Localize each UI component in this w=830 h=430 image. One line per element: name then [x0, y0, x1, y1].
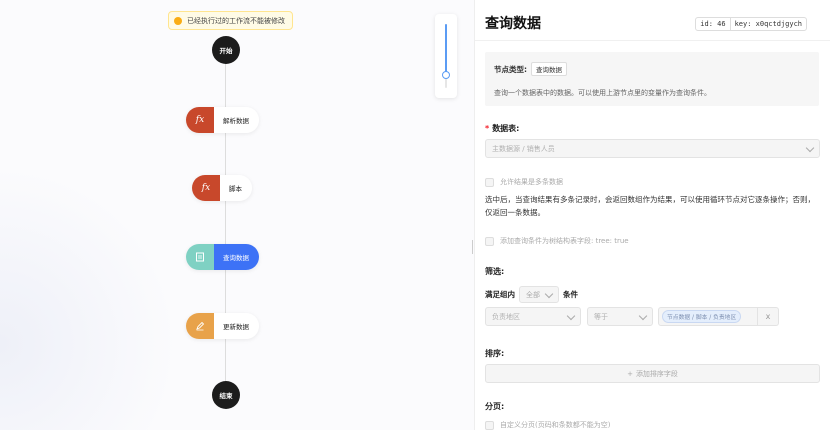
node-config-panel: 查询数据 id: 46 key: x0qctdjgych 节点类型: 查询数据 …: [475, 0, 830, 430]
chevron-down-icon: [805, 143, 815, 153]
warning-text: 已经执行过的工作流不能被修改: [187, 16, 285, 25]
node-label: 脚本: [220, 175, 252, 201]
chevron-down-icon: [544, 289, 554, 299]
required-mark: *: [485, 124, 490, 133]
warning-icon: [174, 16, 182, 25]
node-key: key: x0qctdjgych: [729, 18, 806, 30]
filter-operator-select[interactable]: 等于: [587, 307, 653, 326]
start-node[interactable]: 开始: [212, 36, 240, 64]
node-script[interactable]: fx 脚本: [192, 175, 252, 201]
zoom-slider-fill: [445, 24, 447, 75]
filter-field-value: 负责地区: [492, 312, 520, 321]
node-type-tag: 查询数据: [531, 62, 567, 76]
custom-paging-label: 自定义分页(页码和条数都不能为空): [500, 421, 611, 429]
node-info-box: 节点类型: 查询数据 查询一个数据表中的数据。可以使用上游节点里的变量作为查询条…: [485, 52, 819, 106]
readonly-warning: 已经执行过的工作流不能被修改: [168, 11, 293, 30]
allow-multiple-label: 允许结果是多条数据: [500, 178, 563, 186]
node-label: 查询数据: [214, 244, 259, 270]
paging-label: 分页:: [485, 402, 505, 411]
plus-icon: +: [627, 369, 633, 378]
workflow-canvas[interactable]: 已经执行过的工作流不能被修改 开始 fx 解析数据 fx 脚本 查询数据 更新数…: [0, 0, 474, 430]
node-description: 查询一个数据表中的数据。可以使用上游节点里的变量作为查询条件。: [494, 89, 711, 97]
filter-operator-value: 等于: [594, 312, 608, 321]
filter-label: 筛选:: [485, 267, 505, 276]
filter-value-input[interactable]: 节点数据 / 脚本 / 负责地区: [658, 307, 758, 326]
checkbox-box[interactable]: [485, 177, 494, 187]
node-id: id: 46: [700, 20, 726, 28]
node-update-data[interactable]: 更新数据: [186, 313, 259, 339]
function-icon: fx: [186, 107, 214, 133]
add-sort-button[interactable]: + 添加排序字段: [485, 364, 820, 383]
checkbox-box[interactable]: [485, 236, 494, 246]
function-icon: fx: [192, 175, 220, 201]
condition-group-row: 满足组内 全部 条件: [485, 286, 578, 303]
node-type-row: 节点类型: 查询数据: [494, 62, 567, 76]
node-label: 解析数据: [214, 107, 259, 133]
table-icon: [186, 244, 214, 270]
table-label-text: 数据表:: [492, 124, 520, 133]
custom-paging-checkbox[interactable]: 自定义分页(页码和条数都不能为空): [485, 420, 610, 430]
zoom-slider-handle[interactable]: [442, 71, 450, 79]
table-select-value: 主数据源 / 销售人员: [492, 144, 555, 153]
node-parse-data[interactable]: fx 解析数据: [186, 107, 259, 133]
filter-field-select[interactable]: 负责地区: [485, 307, 581, 326]
add-sort-label: 添加排序字段: [635, 369, 678, 378]
tree-condition-checkbox[interactable]: 添加查询条件为树结构表字段: tree: true: [485, 236, 629, 246]
checkbox-box[interactable]: [485, 420, 494, 430]
end-node[interactable]: 结束: [212, 381, 240, 409]
condition-suffix: 条件: [563, 290, 578, 299]
condition-mode-select[interactable]: 全部: [519, 286, 559, 303]
clear-variable-button[interactable]: x: [758, 307, 779, 326]
condition-prefix: 满足组内: [485, 290, 515, 299]
node-id-badge: id: 46 key: x0qctdjgych: [695, 17, 807, 31]
variable-tag: 节点数据 / 脚本 / 负责地区: [662, 310, 742, 323]
table-label: * 数据表:: [485, 123, 519, 134]
table-select[interactable]: 主数据源 / 销售人员: [485, 139, 820, 158]
sort-label: 排序:: [485, 349, 505, 358]
panel-title: 查询数据: [485, 16, 541, 32]
zoom-control[interactable]: [435, 14, 457, 98]
node-query-data[interactable]: 查询数据: [186, 244, 259, 270]
tree-condition-label: 添加查询条件为树结构表字段: tree: true: [500, 237, 629, 245]
header-divider: [475, 40, 830, 41]
condition-mode-value: 全部: [526, 290, 540, 299]
chevron-down-icon: [566, 311, 576, 321]
zoom-slider-track[interactable]: [442, 24, 450, 88]
node-type-label: 节点类型:: [494, 64, 527, 74]
allow-multiple-checkbox[interactable]: 允许结果是多条数据: [485, 177, 563, 187]
edit-icon: [186, 313, 214, 339]
allow-multiple-help: 选中后，当查询结果有多条记录时，会返回数组作为结果，可以使用循环节点对它逐条操作…: [485, 195, 815, 217]
node-label: 更新数据: [214, 313, 259, 339]
chevron-down-icon: [638, 311, 648, 321]
